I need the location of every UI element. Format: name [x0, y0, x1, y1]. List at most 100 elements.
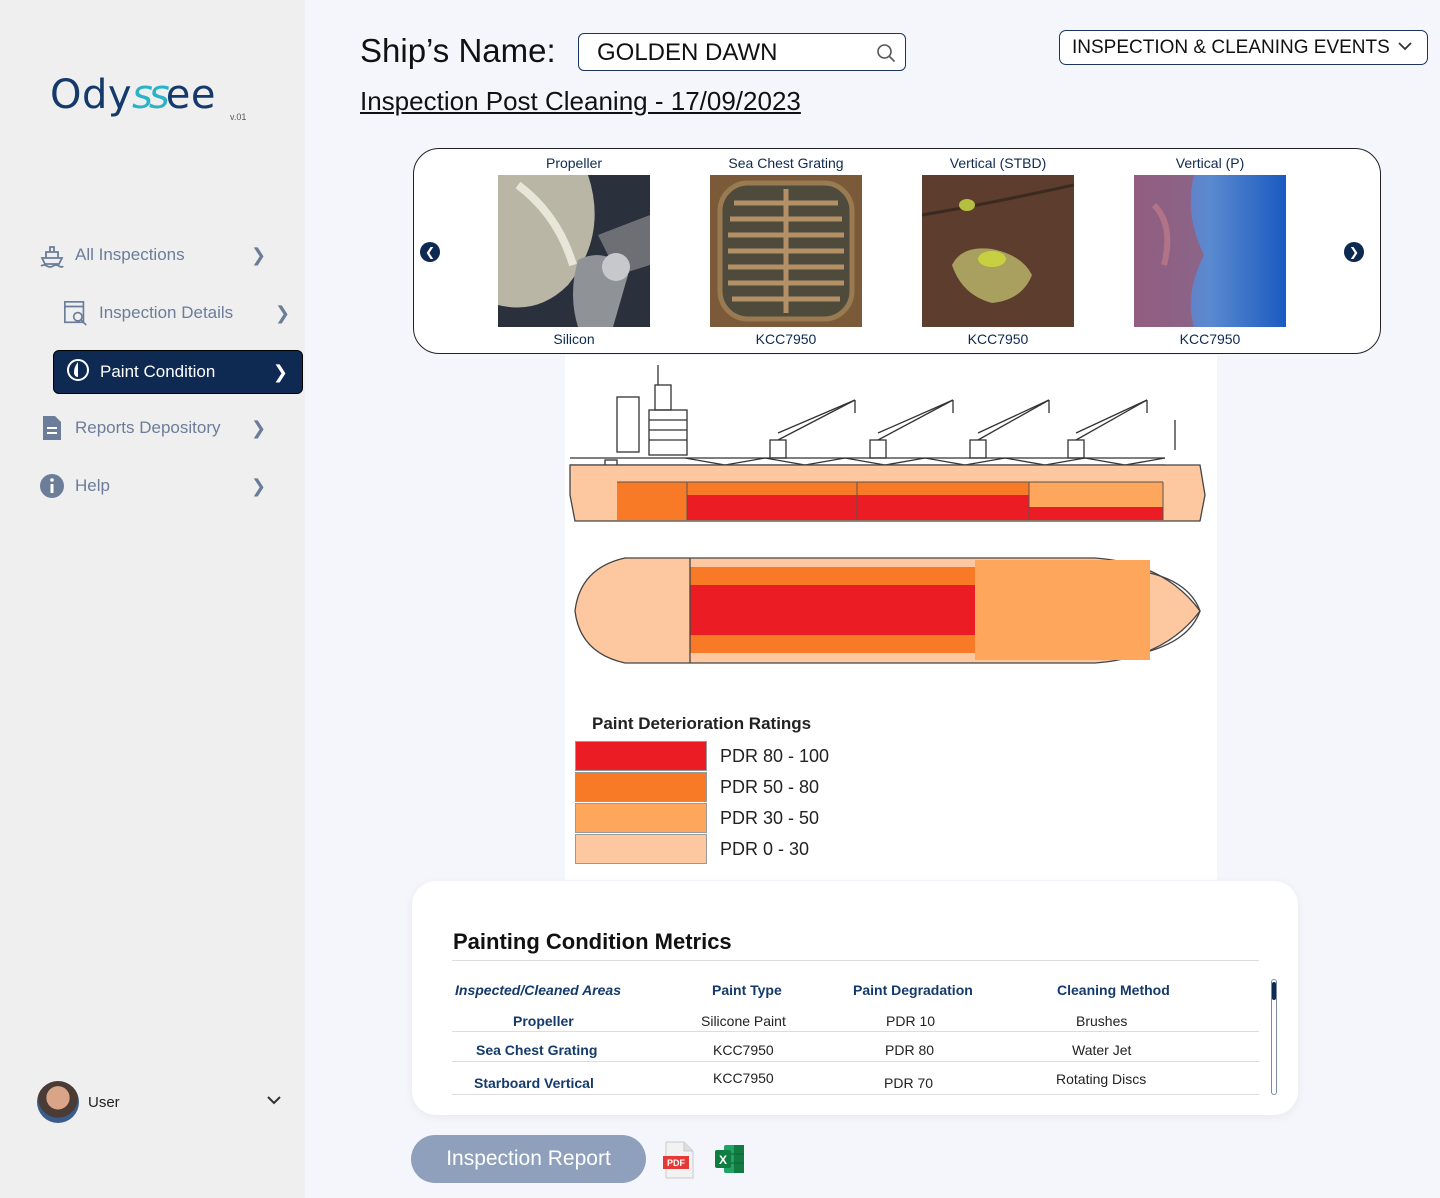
legend-title: Paint Deterioration Ratings	[592, 714, 812, 733]
info-icon	[39, 473, 65, 499]
events-dropdown-label: INSPECTION & CLEANING EVENTS	[1072, 37, 1390, 58]
gallery-item-vertical-p[interactable]: Vertical (P) KCC7950	[1130, 155, 1290, 347]
logo-text-suffix: ee	[165, 72, 216, 118]
column-header: Inspected/Cleaned Areas	[455, 982, 621, 998]
chevron-right-icon: ❯	[251, 244, 267, 265]
chevron-right-icon: ❯	[275, 302, 291, 323]
carousel-next-button[interactable]: ❯	[1344, 242, 1364, 262]
ship-name-search-input[interactable]: GOLDEN DAWN	[578, 33, 906, 71]
legend-swatch-pdr-80-100	[575, 741, 707, 771]
legend-swatch-pdr-50-80	[575, 772, 707, 802]
carousel-prev-button[interactable]: ❮	[420, 242, 440, 262]
app-version: v.01	[230, 112, 247, 122]
logo-text-prefix: Ody	[50, 72, 133, 118]
table-scrollbar-thumb[interactable]	[1272, 982, 1276, 1000]
chevron-right-icon: ❯	[272, 361, 288, 382]
chevron-down-icon	[1397, 35, 1413, 56]
pdf-icon-label: PDF	[667, 1158, 686, 1168]
logo-text-waves: ss	[132, 72, 170, 118]
legend-label: PDR 50 - 80	[720, 776, 820, 797]
avatar	[37, 1081, 79, 1123]
painting-condition-metrics-card: Painting Condition Metrics Inspected/Cle…	[412, 881, 1298, 1115]
gallery-item-caption: KCC7950	[967, 331, 1029, 347]
vertical-stbd-photo[interactable]	[921, 175, 1075, 327]
inspection-photo-carousel: ❮ Propeller Silicon Sea Chest Grating KC…	[413, 148, 1381, 354]
sidebar-item-inspection-details[interactable]: Inspection Details ❯	[63, 300, 290, 326]
excel-icon-label: X	[719, 1153, 727, 1167]
table-cell: Silicone Paint	[701, 1013, 786, 1029]
legend-item: PDR 50 - 80	[575, 772, 975, 802]
metrics-title: Painting Condition Metrics	[453, 929, 732, 954]
legend-label: PDR 0 - 30	[720, 838, 810, 859]
column-header: Paint Degradation	[853, 982, 973, 998]
sidebar-item-label: Help	[75, 476, 110, 495]
gallery-item-propeller[interactable]: Propeller Silicon	[494, 155, 654, 347]
divider	[452, 960, 1259, 961]
vertical-p-photo[interactable]	[1134, 175, 1286, 327]
gallery-item-title: Vertical (STBD)	[949, 155, 1047, 171]
sidebar-item-paint-condition[interactable]: Paint Condition ❯	[53, 350, 303, 394]
search-document-icon	[63, 300, 89, 326]
sidebar-item-help[interactable]: Help ❯	[39, 473, 266, 499]
legend-label: PDR 30 - 50	[720, 807, 820, 828]
paint-condition-diagram: Paint Deterioration Ratings PDR 80 - 100…	[565, 355, 1217, 880]
legend-swatch-pdr-30-50	[575, 803, 707, 833]
app-logo: Odyssee	[50, 72, 216, 118]
events-dropdown[interactable]: INSPECTION & CLEANING EVENTS	[1059, 30, 1428, 65]
gallery-item-caption: KCC7950	[1179, 331, 1241, 347]
ship-side-profile	[569, 365, 1206, 522]
table-cell: PDR 70	[884, 1075, 934, 1091]
propeller-photo[interactable]	[498, 175, 650, 327]
sea-chest-grating-photo[interactable]	[710, 175, 862, 327]
gallery-item-sea-chest-grating[interactable]: Sea Chest Grating KCC7950	[706, 155, 866, 347]
ship-name-label: Ship’s Name:	[360, 32, 556, 69]
pdf-download-icon[interactable]: PDF	[662, 1141, 696, 1184]
legend-item: PDR 0 - 30	[575, 834, 975, 864]
sidebar-item-reports-depository[interactable]: Reports Depository ❯	[39, 415, 266, 441]
table-cell: Water Jet	[1072, 1042, 1132, 1058]
legend-label: PDR 80 - 100	[720, 745, 830, 766]
legend-item: PDR 80 - 100	[575, 741, 975, 771]
table-cell: KCC7950	[713, 1042, 774, 1058]
gallery-item-caption: Silicon	[553, 331, 595, 347]
column-header: Paint Type	[712, 982, 782, 998]
table-cell: Rotating Discs	[1056, 1071, 1147, 1087]
table-cell: Starboard Vertical	[474, 1075, 594, 1091]
gallery-item-title: Sea Chest Grating	[728, 155, 844, 171]
table-cell: Sea Chest Grating	[476, 1042, 598, 1058]
inspection-report-button[interactable]: Inspection Report	[411, 1135, 646, 1183]
user-name: User	[88, 1093, 120, 1111]
search-icon[interactable]	[876, 42, 896, 70]
row-divider	[452, 1094, 1259, 1095]
ship-icon	[39, 242, 65, 268]
gallery-item-title: Vertical (P)	[1175, 155, 1245, 171]
sidebar-item-label: Paint Condition	[100, 362, 216, 381]
table-cell: Propeller	[513, 1013, 574, 1029]
ship-name-value: GOLDEN DAWN	[597, 39, 778, 66]
drop-icon	[66, 358, 90, 387]
legend-item: PDR 30 - 50	[575, 803, 975, 833]
table-cell: PDR 10	[886, 1013, 936, 1029]
table-cell: Brushes	[1076, 1013, 1128, 1029]
ship-top-view	[574, 557, 1201, 664]
chevron-right-icon: ❯	[251, 417, 267, 438]
page-title: Inspection Post Cleaning - 17/09/2023	[360, 86, 801, 116]
user-menu[interactable]: User	[37, 1081, 281, 1123]
chevron-right-icon: ❯	[251, 475, 267, 496]
gallery-item-vertical-stbd[interactable]: Vertical (STBD) KCC7950	[918, 155, 1078, 347]
sidebar-item-label: All Inspections	[75, 245, 185, 264]
table-cell: PDR 80	[885, 1042, 935, 1058]
sidebar: Odyssee v.01 All Inspections ❯ Inspectio…	[0, 0, 305, 1198]
gallery-item-title: Propeller	[545, 155, 603, 171]
excel-download-icon[interactable]: X	[714, 1143, 746, 1180]
row-divider	[452, 1061, 1259, 1062]
sidebar-item-all-inspections[interactable]: All Inspections ❯	[39, 242, 266, 268]
row-divider	[452, 1031, 1259, 1032]
gallery-item-caption: KCC7950	[755, 331, 817, 347]
table-cell: KCC7950	[713, 1070, 774, 1086]
document-icon	[39, 415, 65, 441]
sidebar-item-label: Reports Depository	[75, 418, 221, 437]
column-header: Cleaning Method	[1057, 982, 1170, 998]
sidebar-item-label: Inspection Details	[99, 303, 234, 322]
chevron-down-icon[interactable]	[266, 1089, 282, 1110]
